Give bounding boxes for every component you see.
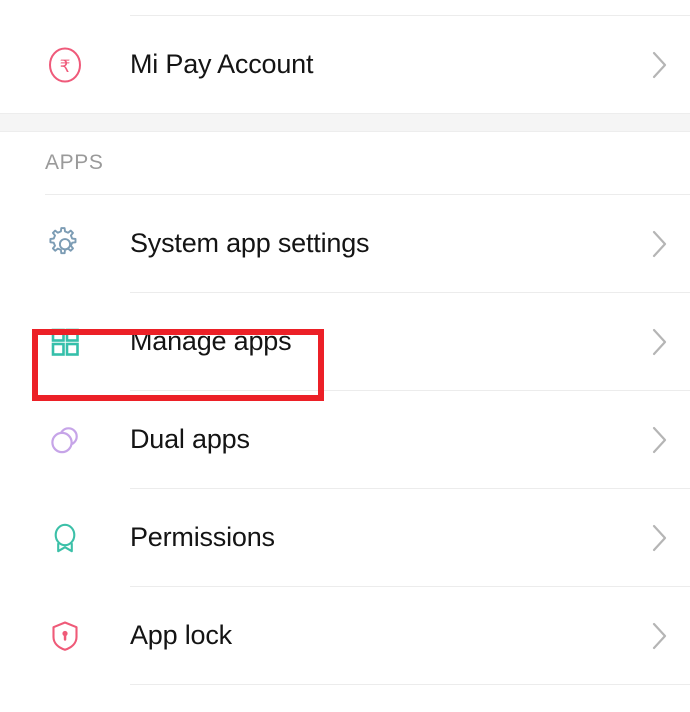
dual-circles-icon	[0, 420, 130, 460]
chevron-right-icon	[630, 46, 690, 84]
top-spacer	[0, 0, 690, 15]
settings-row-manage-apps[interactable]: Manage apps	[0, 293, 690, 390]
settings-row-dual-apps[interactable]: Dual apps	[0, 391, 690, 488]
divider-below-app-lock	[130, 684, 690, 685]
settings-row-label: App lock	[130, 620, 232, 650]
settings-row-permissions[interactable]: Permissions	[0, 489, 690, 586]
grid-apps-icon	[0, 322, 130, 362]
settings-row-label: Dual apps	[130, 424, 250, 454]
settings-row-mi-pay-account[interactable]: ₹ Mi Pay Account	[0, 16, 690, 113]
settings-row-label: System app settings	[130, 228, 370, 258]
settings-row-system-app-settings[interactable]: System app settings	[0, 195, 690, 292]
award-badge-icon	[0, 518, 130, 558]
chevron-right-icon	[630, 617, 690, 655]
shield-lock-icon	[0, 616, 130, 656]
svg-text:₹: ₹	[60, 57, 71, 77]
rupee-circle-icon: ₹	[0, 45, 130, 85]
chevron-right-icon	[630, 519, 690, 557]
settings-row-label: Mi Pay Account	[130, 49, 314, 79]
chevron-right-icon	[630, 225, 690, 263]
gear-icon	[0, 224, 130, 264]
settings-screen: ₹ Mi Pay Account APPS System app setting…	[0, 0, 690, 712]
settings-row-app-lock[interactable]: App lock	[0, 587, 690, 684]
section-separator-band	[0, 113, 690, 132]
section-title: APPS	[45, 151, 104, 174]
settings-row-label: Manage apps	[130, 326, 292, 356]
section-header-apps: APPS	[0, 132, 690, 194]
settings-row-label: Permissions	[130, 522, 275, 552]
chevron-right-icon	[630, 323, 690, 361]
chevron-right-icon	[630, 421, 690, 459]
